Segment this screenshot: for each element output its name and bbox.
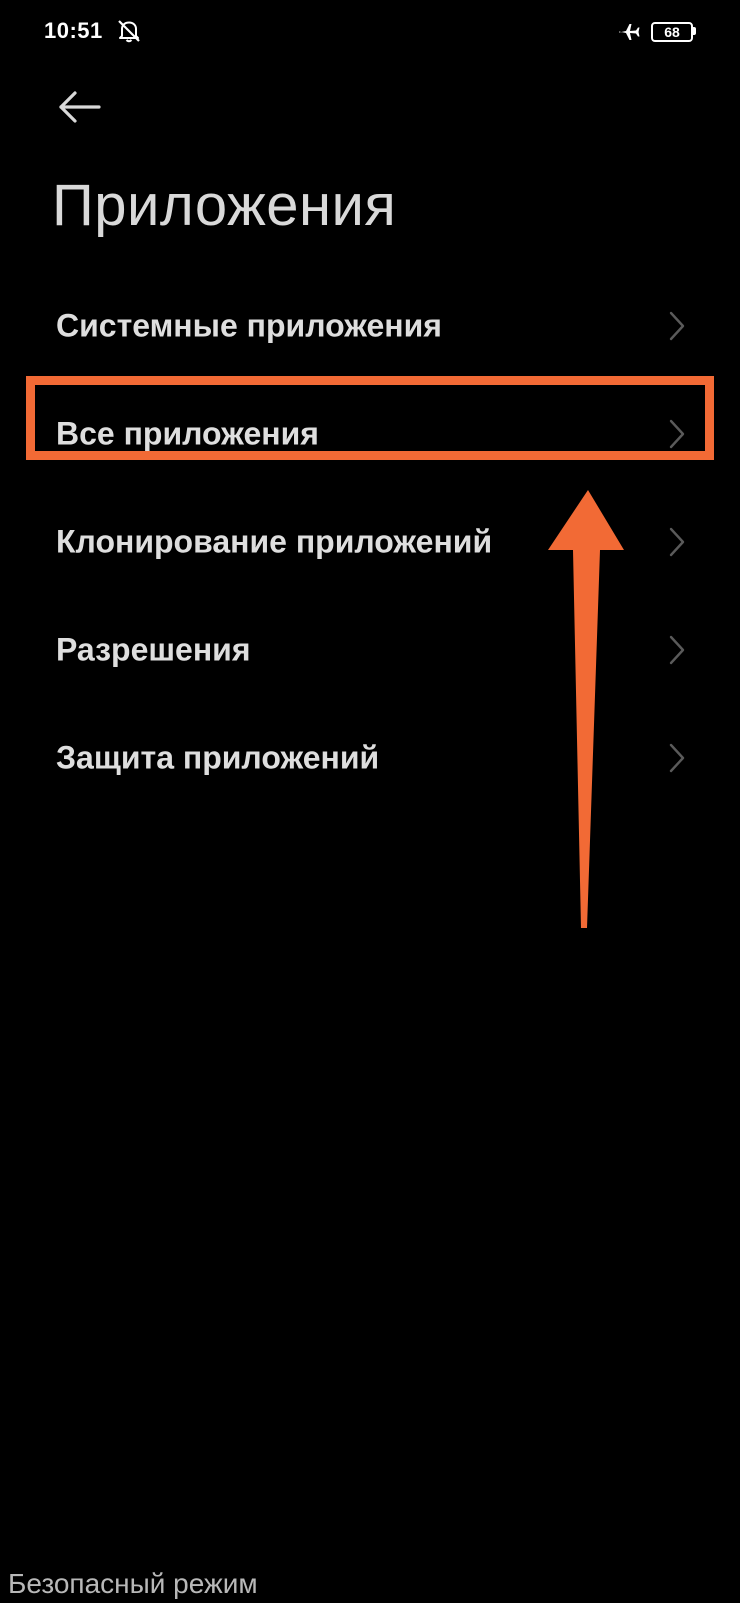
menu-item-app-cloning[interactable]: Клонирование приложений [0, 488, 740, 596]
chevron-right-icon [669, 419, 685, 449]
menu-item-label: Клонирование приложений [56, 523, 493, 560]
battery-level: 68 [664, 24, 680, 40]
menu-item-label: Разрешения [56, 631, 251, 668]
bell-off-icon [118, 20, 140, 43]
back-button[interactable] [52, 84, 106, 130]
battery-indicator: 68 [651, 22, 696, 42]
status-time: 10:51 [44, 18, 103, 43]
chevron-right-icon [669, 743, 685, 773]
status-bar: 10:51 68 [0, 0, 740, 66]
menu-item-label: Системные приложения [56, 307, 442, 344]
airplane-icon [619, 24, 640, 40]
battery-tip [693, 27, 696, 35]
menu-item-label: Все приложения [56, 415, 319, 452]
chevron-right-icon [669, 527, 685, 557]
safe-mode-label: Безопасный режим [8, 1568, 258, 1599]
menu-item-all-apps[interactable]: Все приложения [0, 380, 740, 488]
chevron-right-icon [669, 635, 685, 665]
page-title: Приложения [52, 173, 397, 238]
arrow-left-icon [59, 91, 101, 123]
menu-item-app-lock[interactable]: Защита приложений [0, 704, 740, 812]
chevron-right-icon [669, 311, 685, 341]
menu-item-label: Защита приложений [56, 739, 380, 776]
battery-icon: 68 [651, 22, 693, 42]
menu-item-system-apps[interactable]: Системные приложения [0, 272, 740, 380]
menu-item-permissions[interactable]: Разрешения [0, 596, 740, 704]
